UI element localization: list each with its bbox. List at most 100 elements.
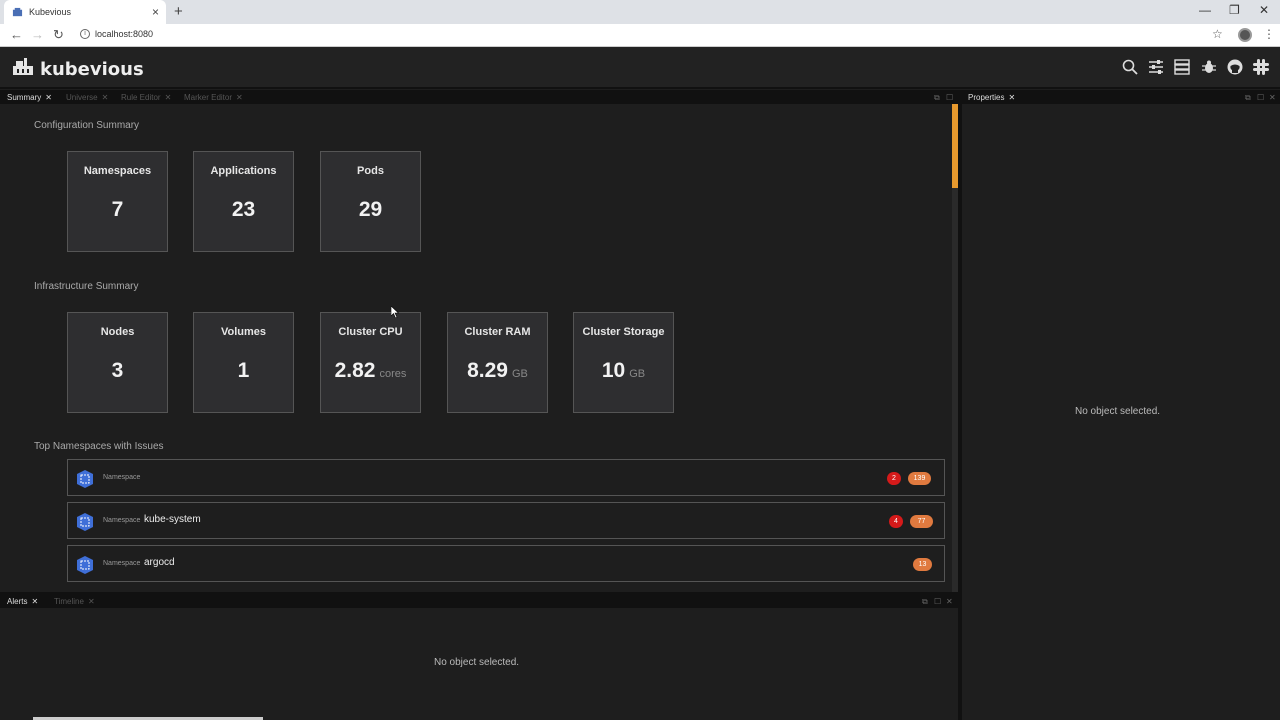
github-icon[interactable] (1226, 58, 1244, 76)
properties-empty-text: No object selected. (1075, 406, 1161, 417)
card-label: Pods (357, 165, 384, 177)
close-tab-summary-icon[interactable]: ✕ (45, 93, 52, 102)
namespace-name: argocd (144, 557, 175, 568)
alerts-empty-text: No object selected. (434, 657, 520, 668)
close-tab-marker-editor-icon[interactable]: ✕ (236, 93, 243, 102)
close-tab-icon[interactable]: × (152, 5, 159, 19)
card-value: 3 (111, 359, 124, 382)
card-value: 29 (358, 198, 383, 221)
pods-card[interactable]: Pods 29 (320, 151, 421, 252)
profile-avatar[interactable] (1238, 28, 1252, 42)
tab-universe[interactable]: Universe ✕ (66, 93, 108, 102)
namespace-row[interactable]: Namespace argocd 13 (67, 545, 945, 582)
card-label: Cluster Storage (582, 326, 665, 338)
cpu-unit: cores (379, 368, 407, 380)
restore-icon[interactable]: ❐ (1229, 3, 1240, 17)
maximize-icon[interactable]: ☐ (946, 93, 953, 102)
top-namespaces-title: Top Namespaces with Issues (34, 441, 164, 452)
namespace-icon (77, 470, 93, 488)
storage-unit: GB (629, 368, 646, 380)
bug-icon[interactable] (1200, 58, 1218, 76)
summary-panel: Summary ✕ Universe ✕ Rule Editor ✕ Marker E… (0, 90, 958, 592)
warning-count-badge: 13 (913, 558, 932, 571)
kubevious-favicon-icon (12, 7, 23, 16)
card-value: 2.82 cores (321, 359, 420, 383)
ram-unit: GB (511, 368, 528, 380)
volumes-card[interactable]: Volumes 1 (193, 312, 294, 413)
filter-icon[interactable] (1147, 58, 1165, 76)
minimize-icon[interactable]: — (1199, 3, 1211, 17)
app-name: kubevious (40, 59, 144, 80)
configuration-summary-title: Configuration Summary (34, 120, 140, 131)
browser-tab[interactable]: Kubevious × (4, 0, 166, 24)
namespace-row[interactable]: Namespace 2 139 (67, 459, 945, 496)
applications-card[interactable]: Applications 23 (193, 151, 294, 252)
bottom-tab-strip: Alerts ✕ Timeline ✕ ⧉ ☐ ✕ (0, 594, 958, 608)
browser-menu-icon[interactable]: ⋮ (1263, 27, 1275, 41)
close-tab-rule-editor-icon[interactable]: ✕ (165, 93, 172, 102)
tab-marker-editor[interactable]: Marker Editor ✕ (184, 93, 243, 102)
close-tab-alerts-icon[interactable]: ✕ (31, 597, 38, 606)
reload-icon[interactable]: ↻ (53, 27, 64, 43)
close-tab-properties-icon[interactable]: ✕ (1008, 93, 1015, 102)
cpu-value: 2.82 (334, 359, 376, 382)
card-value: 10 GB (574, 359, 673, 383)
nodes-card[interactable]: Nodes 3 (67, 312, 168, 413)
card-label: Applications (210, 165, 277, 177)
error-count-badge: 4 (889, 515, 903, 528)
browser-tab-title: Kubevious (29, 7, 72, 17)
card-label: Volumes (220, 326, 267, 338)
namespace-row[interactable]: Namespace kube-system 4 77 (67, 502, 945, 539)
card-value: 23 (231, 198, 256, 221)
properties-tab-strip: Properties ✕ ⧉ ☐ ✕ (962, 90, 1280, 104)
search-icon[interactable] (1121, 58, 1139, 76)
maximize-icon[interactable]: ☐ (1257, 93, 1264, 102)
close-window-icon[interactable]: ✕ (1259, 3, 1269, 17)
site-info-icon[interactable]: i (80, 29, 90, 39)
namespaces-card[interactable]: Namespaces 7 (67, 151, 168, 252)
tab-alerts[interactable]: Alerts ✕ (7, 597, 38, 606)
cluster-ram-card[interactable]: Cluster RAM 8.29 GB (447, 312, 548, 413)
card-value: 1 (237, 359, 250, 382)
warning-count-badge: 77 (910, 515, 933, 528)
maximize-icon[interactable]: ☐ (934, 597, 941, 606)
popout-icon[interactable]: ⧉ (934, 93, 940, 103)
new-tab-icon[interactable]: + (174, 3, 183, 20)
namespace-icon (77, 513, 93, 531)
bookmark-star-icon[interactable]: ☆ (1212, 27, 1223, 41)
card-value: 8.29 GB (448, 359, 547, 383)
card-label: Nodes (100, 326, 135, 338)
server-icon[interactable] (1173, 58, 1191, 76)
app-header: kubevious (0, 47, 1280, 89)
namespace-icon (77, 556, 93, 574)
error-count-badge: 2 (887, 472, 901, 485)
popout-icon[interactable]: ⧉ (922, 597, 928, 607)
main-tab-strip: Summary ✕ Universe ✕ Rule Editor ✕ Marker E… (0, 90, 958, 104)
tab-properties[interactable]: Properties ✕ (968, 93, 1015, 102)
popout-icon[interactable]: ⧉ (1245, 93, 1251, 103)
close-tab-timeline-icon[interactable]: ✕ (88, 597, 95, 606)
ram-value: 8.29 (467, 359, 508, 382)
url-field[interactable]: localhost:8080 (95, 29, 153, 39)
properties-panel: Properties ✕ ⧉ ☐ ✕ No object selected. (962, 90, 1280, 720)
tab-summary[interactable]: Summary ✕ (7, 93, 52, 102)
close-tab-universe-icon[interactable]: ✕ (102, 93, 109, 102)
address-bar: ← → ↻ i localhost:8080 ☆ ⋮ (0, 24, 1280, 47)
back-icon[interactable]: ← (10, 27, 23, 42)
storage-value: 10 (601, 359, 626, 382)
tab-timeline[interactable]: Timeline ✕ (54, 597, 95, 606)
mouse-cursor-icon (391, 306, 399, 318)
cluster-storage-card[interactable]: Cluster Storage 10 GB (573, 312, 674, 413)
namespace-kind-label: Namespace (103, 517, 141, 524)
namespace-kind-label: Namespace (103, 560, 141, 567)
tab-rule-editor[interactable]: Rule Editor ✕ (121, 93, 171, 102)
slack-icon[interactable] (1252, 58, 1270, 76)
cluster-cpu-card[interactable]: Cluster CPU 2.82 cores (320, 312, 421, 413)
kubevious-logo-icon (13, 58, 33, 75)
close-panel-icon[interactable]: ✕ (946, 597, 953, 606)
namespace-name: kube-system (144, 514, 201, 525)
forward-icon[interactable]: → (31, 27, 44, 42)
close-panel-icon[interactable]: ✕ (1269, 93, 1276, 102)
warning-count-badge: 139 (908, 472, 931, 485)
infrastructure-summary-title: Infrastructure Summary (34, 281, 139, 292)
